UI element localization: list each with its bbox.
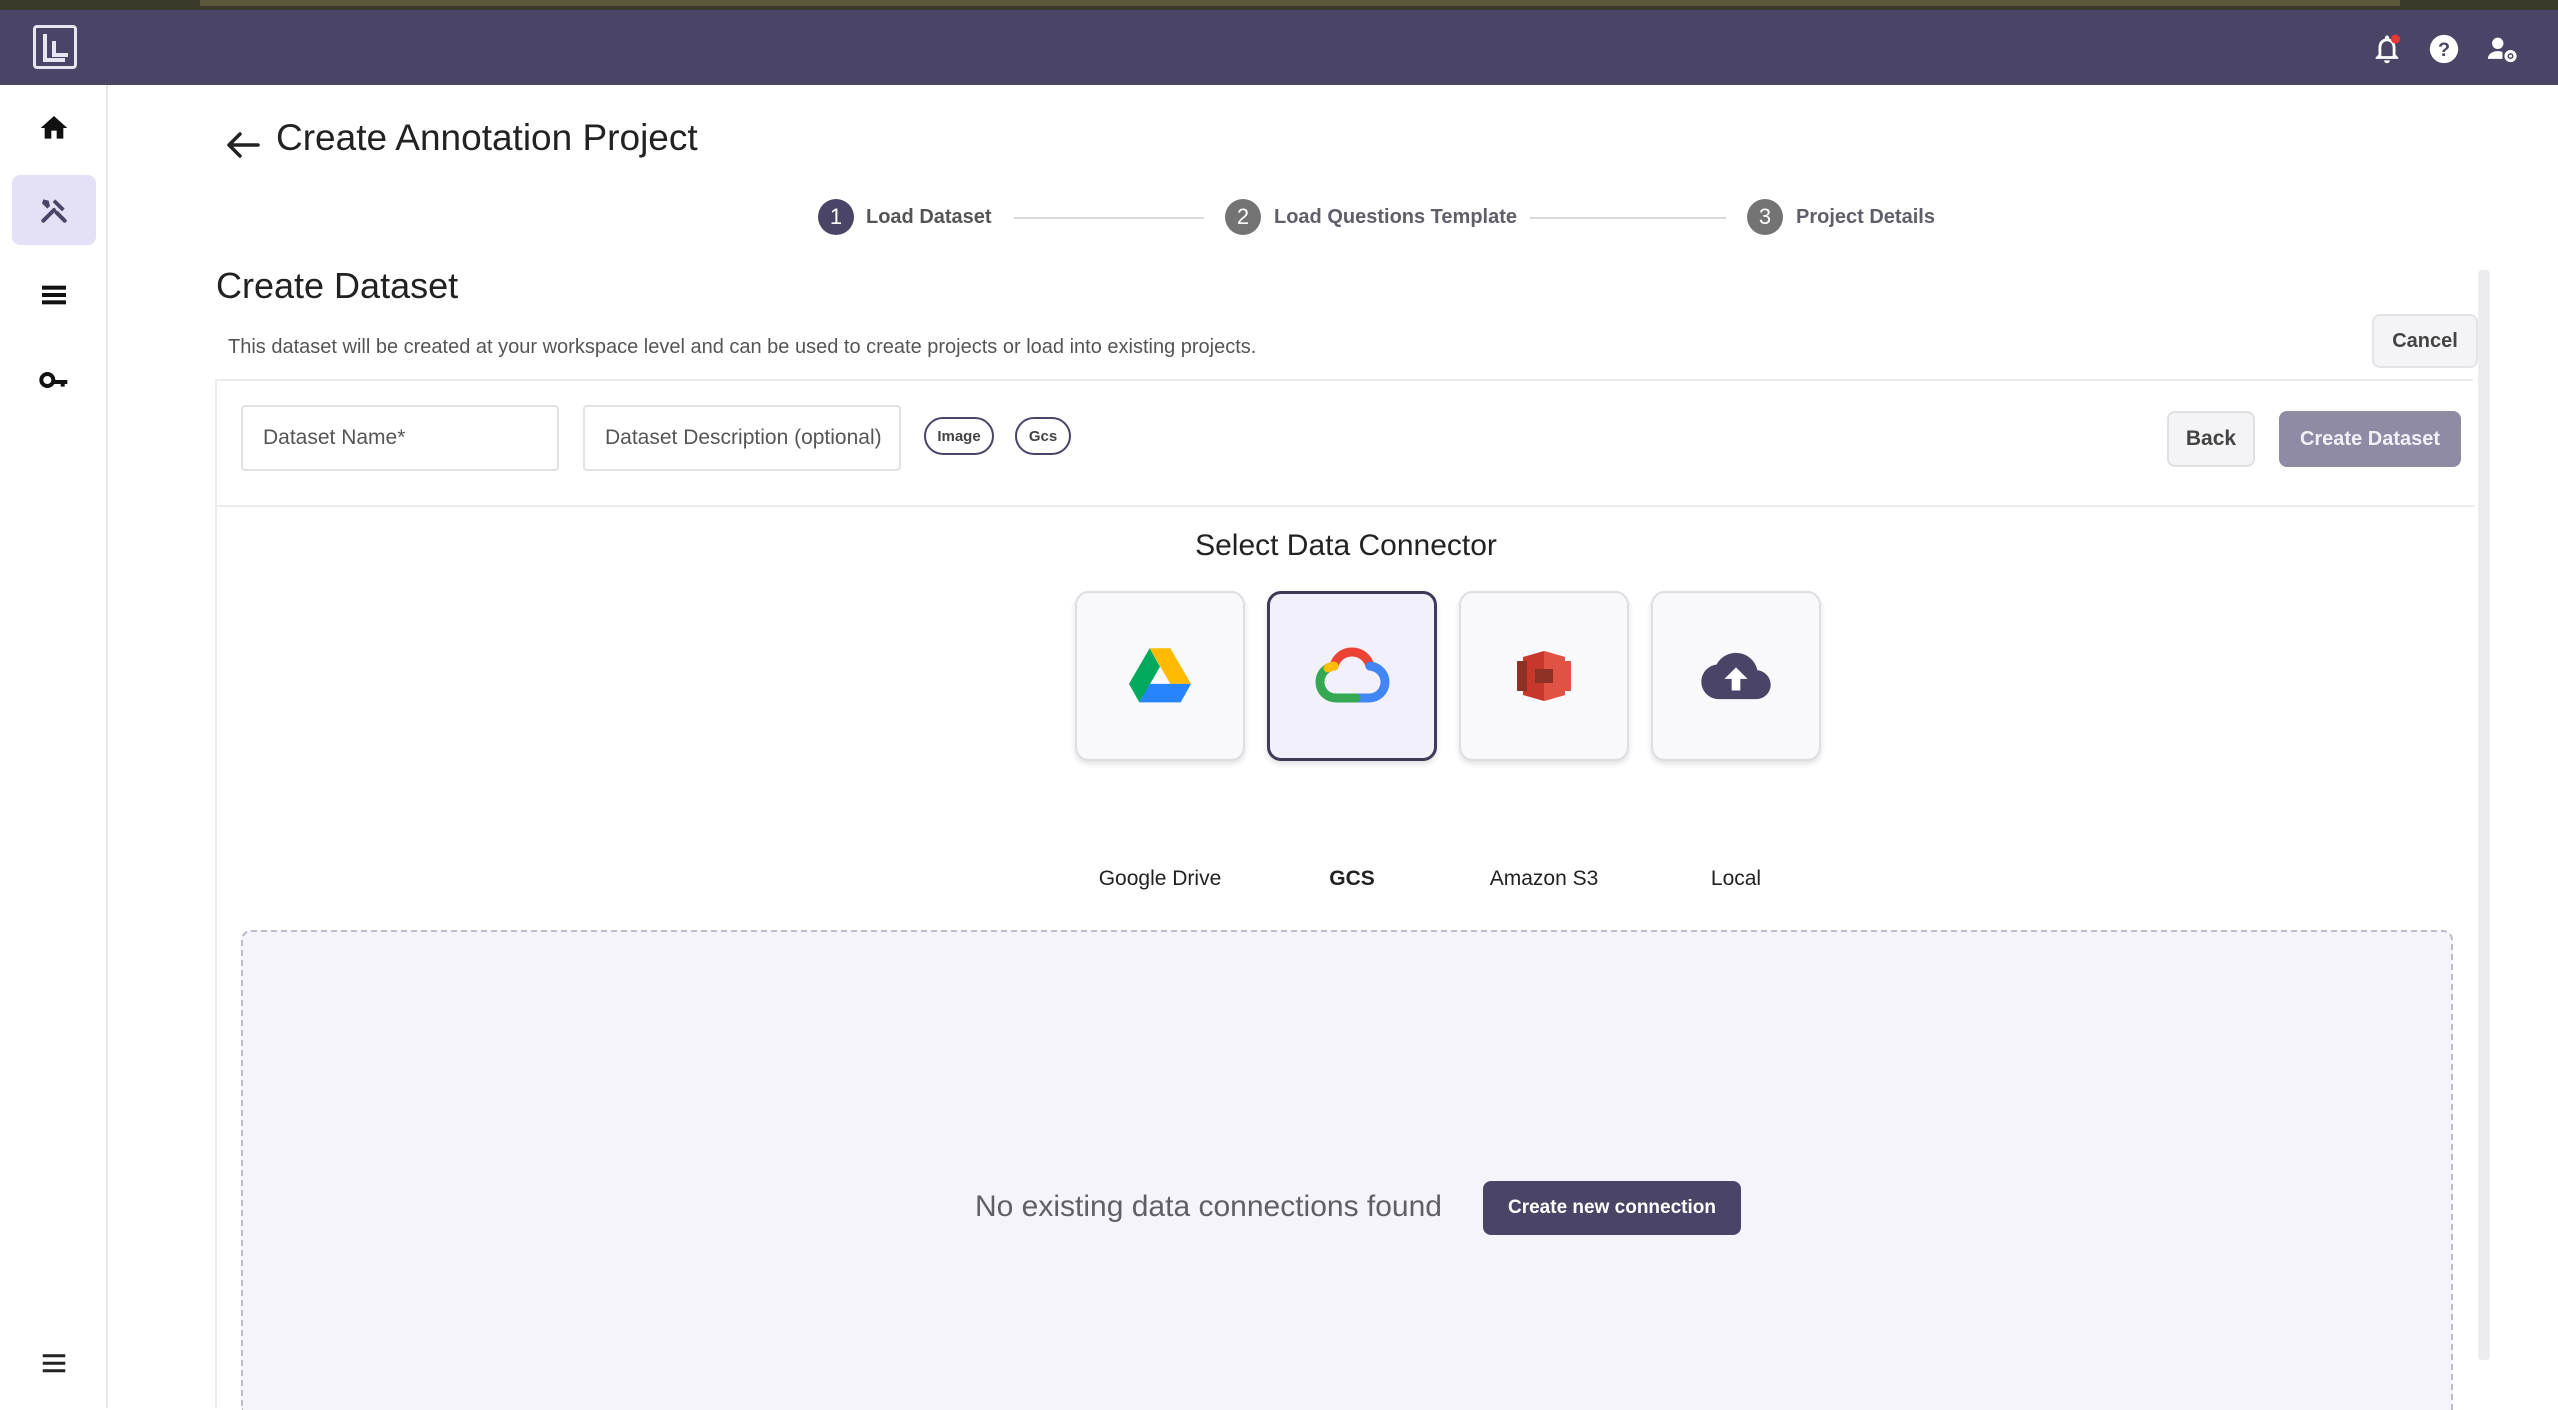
svg-text:?: ? [2438,39,2450,61]
stepper: 1 Load Dataset 2 Load Questions Template… [818,199,2118,239]
top-strip-inner [200,0,2400,6]
sidebar-item-home[interactable] [12,93,96,163]
sidebar [0,85,108,1408]
dataset-form-row: Dataset Name* Dataset Description (optio… [217,381,2475,507]
step-3-number: 3 [1747,199,1783,235]
page-title: Create Annotation Project [276,117,698,158]
amazon-s3-icon [1517,651,1571,701]
sidebar-item-datasets[interactable] [12,260,96,330]
top-strip [0,0,2558,10]
main-content: Create Annotation Project 1 Load Dataset… [108,85,2558,1410]
connector-google-drive[interactable] [1075,591,1245,761]
cancel-button[interactable]: Cancel [2372,314,2478,368]
app-logo-icon[interactable] [33,25,77,69]
google-cloud-icon [1315,647,1390,703]
connector-label-amazon-s3: Amazon S3 [1489,867,1599,890]
connector-label-local: Local [1710,867,1762,890]
empty-connections-message: No existing data connections found [975,1190,1442,1223]
tools-icon [41,199,67,223]
notification-bell-icon[interactable] [2370,32,2404,66]
dataset-description-field[interactable]: Dataset Description (optional) [583,405,901,471]
step-3-label: Project Details [1796,206,1935,228]
connector-gcs[interactable] [1267,591,1437,761]
user-settings-icon[interactable] [2485,32,2519,66]
home-icon [40,116,68,139]
key-icon [39,372,68,388]
sidebar-menu-button[interactable] [12,1328,96,1398]
list-icon [42,285,66,305]
scrollbar[interactable] [2478,270,2490,1360]
back-arrow-icon[interactable] [218,125,268,165]
google-drive-icon [1129,648,1191,703]
chip-image: Image [924,417,994,455]
sidebar-item-keys[interactable] [12,345,96,415]
top-bar: ? [0,10,2558,85]
connector-label-gcs: GCS [1329,867,1375,890]
create-dataset-button[interactable]: Create Dataset [2279,411,2461,467]
step-2-label: Load Questions Template [1274,206,1517,228]
connector-local[interactable] [1651,591,1821,761]
dataset-name-field[interactable]: Dataset Name* [241,405,559,471]
step-connector [1014,217,1204,219]
back-button[interactable]: Back [2167,411,2255,467]
connector-amazon-s3[interactable] [1459,591,1629,761]
sidebar-item-tools[interactable] [12,175,96,245]
create-new-connection-button[interactable]: Create new connection [1483,1181,1741,1235]
connector-title: Select Data Connector [1195,529,1497,562]
step-2-number: 2 [1225,199,1261,235]
section-description: This dataset will be created at your wor… [228,336,1257,358]
step-connector [1530,217,1726,219]
section-title: Create Dataset [216,265,459,306]
connections-panel: No existing data connections found Creat… [241,930,2453,1410]
hamburger-menu-icon [42,1354,66,1373]
step-1-number: 1 [818,199,854,235]
chip-gcs: Gcs [1015,417,1071,455]
help-icon[interactable]: ? [2427,32,2461,66]
step-1-label: Load Dataset [866,206,992,228]
cloud-upload-icon [1701,652,1771,700]
dataset-card: Dataset Name* Dataset Description (optio… [215,379,2475,1410]
connector-label-google-drive: Google Drive [1098,867,1222,890]
